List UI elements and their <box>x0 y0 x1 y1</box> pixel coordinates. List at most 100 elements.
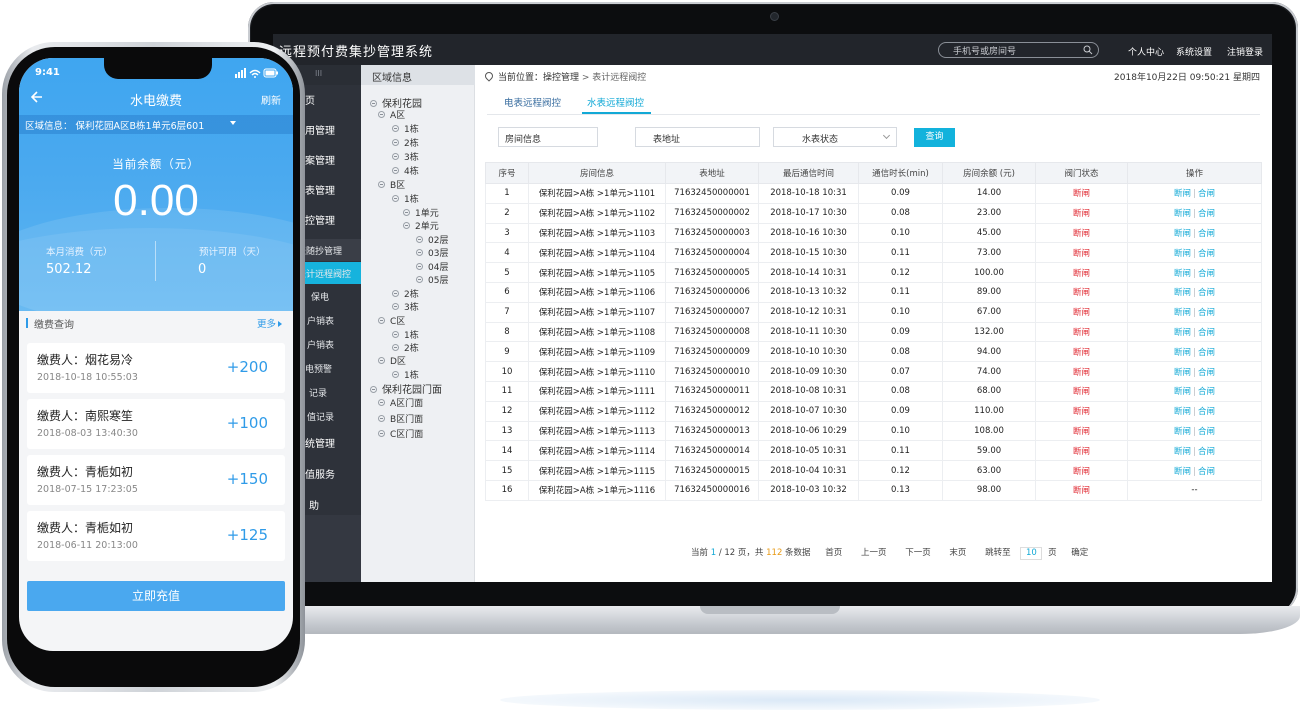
record-card[interactable]: 缴费人：南熙寒笙 2018-08-03 13:40:30 +100 <box>27 399 285 449</box>
valve-off-link[interactable]: 断闸 <box>1174 447 1191 457</box>
tree-node[interactable]: 1栋 <box>392 328 419 341</box>
tree-node[interactable]: D区 <box>378 354 406 367</box>
valve-off-link[interactable]: 断闸 <box>1174 229 1191 239</box>
tree-toggle-icon[interactable] <box>392 195 399 202</box>
tree-toggle-icon[interactable] <box>392 167 399 174</box>
valve-off-link[interactable]: 断闸 <box>1174 407 1191 417</box>
valve-off-link[interactable]: 断闸 <box>1174 427 1191 437</box>
jump-confirm-button[interactable]: 确定 <box>1067 545 1092 559</box>
valve-off-link[interactable]: 断闸 <box>1174 348 1191 358</box>
tree-toggle-icon[interactable] <box>392 303 399 310</box>
valve-on-link[interactable]: 合闸 <box>1198 447 1215 457</box>
valve-off-link[interactable]: 断闸 <box>1174 209 1191 219</box>
valve-on-link[interactable]: 合闸 <box>1198 467 1215 477</box>
record-card[interactable]: 缴费人：青栀如初 2018-06-11 20:13:00 +125 <box>27 511 285 561</box>
record-card[interactable]: 缴费人：烟花易冷 2018-10-18 10:55:03 +200 <box>27 343 285 393</box>
tree-node[interactable]: A区门面 <box>378 396 423 409</box>
tree-node[interactable]: B区 <box>378 178 405 191</box>
tree-node[interactable]: 1单元 <box>403 206 439 219</box>
tree-toggle-icon[interactable] <box>378 111 385 118</box>
tree-toggle-icon[interactable] <box>392 371 399 378</box>
tree-toggle-icon[interactable] <box>378 357 385 364</box>
valve-on-link[interactable]: 合闸 <box>1198 308 1215 318</box>
search-input[interactable]: 手机号或房间号 <box>938 42 1099 58</box>
tree-node[interactable]: C区 <box>378 314 405 327</box>
valve-off-link[interactable]: 断闸 <box>1174 467 1191 477</box>
tree-node[interactable]: 3栋 <box>392 300 419 313</box>
tree-node[interactable]: 3栋 <box>392 150 419 163</box>
tree-toggle-icon[interactable] <box>378 430 385 437</box>
room-info-input[interactable]: 房间信息 <box>498 127 598 147</box>
tree-node[interactable]: 保利花园门面 <box>370 381 442 396</box>
tree-node[interactable]: 2栋 <box>392 287 419 300</box>
tree-toggle-icon[interactable] <box>378 317 385 324</box>
valve-on-link[interactable]: 合闸 <box>1198 427 1215 437</box>
tree-node[interactable]: C区门面 <box>378 427 423 440</box>
tree-node[interactable]: 2栋 <box>392 136 419 149</box>
tab-water-valve[interactable]: 水表远程阀控 <box>587 95 644 109</box>
valve-on-link[interactable]: 合闸 <box>1198 189 1215 199</box>
tree-node[interactable]: B区门面 <box>378 412 423 425</box>
valve-on-link[interactable]: 合闸 <box>1198 368 1215 378</box>
query-button[interactable]: 查询 <box>914 128 955 147</box>
last-page-button[interactable]: 末页 <box>945 545 970 559</box>
tree-toggle-icon[interactable] <box>370 386 377 393</box>
tree-toggle-icon[interactable] <box>370 100 377 107</box>
region-selector[interactable]: 区域信息： 保利花园A区B栋1单元6层601 <box>19 115 293 134</box>
link-profile[interactable]: 个人中心 <box>1128 45 1164 58</box>
valve-off-link[interactable]: 断闸 <box>1174 308 1191 318</box>
valve-off-link[interactable]: 断闸 <box>1174 368 1191 378</box>
tree-toggle-icon[interactable] <box>378 181 385 188</box>
tree-node[interactable]: A区 <box>378 108 405 121</box>
tree-toggle-icon[interactable] <box>392 139 399 146</box>
tree-toggle-icon[interactable] <box>392 331 399 338</box>
tree-toggle-icon[interactable] <box>392 125 399 132</box>
meter-address-input[interactable]: 表地址 <box>635 127 760 147</box>
tree-node[interactable]: 2单元 <box>403 219 439 232</box>
valve-off-link[interactable]: 断闸 <box>1174 328 1191 338</box>
next-page-button[interactable]: 下一页 <box>901 545 935 559</box>
jump-page-input[interactable]: 10 <box>1020 547 1043 560</box>
valve-on-link[interactable]: 合闸 <box>1198 407 1215 417</box>
first-page-button[interactable]: 首页 <box>821 545 846 559</box>
valve-on-link[interactable]: 合闸 <box>1198 387 1215 397</box>
tree-toggle-icon[interactable] <box>403 209 410 216</box>
refresh-button[interactable]: 刷新 <box>261 92 281 107</box>
tree-node[interactable]: 05层 <box>416 273 448 286</box>
crumb-section[interactable]: 操控管理 <box>543 73 579 83</box>
tree-node[interactable]: 04层 <box>416 260 448 273</box>
valve-off-link[interactable]: 断闸 <box>1174 189 1191 199</box>
meter-status-select[interactable]: 水表状态 <box>773 127 897 147</box>
valve-on-link[interactable]: 合闸 <box>1198 328 1215 338</box>
valve-off-link[interactable]: 断闸 <box>1174 269 1191 279</box>
valve-off-link[interactable]: 断闸 <box>1174 387 1191 397</box>
tree-toggle-icon[interactable] <box>403 222 410 229</box>
valve-on-link[interactable]: 合闸 <box>1198 249 1215 259</box>
link-settings[interactable]: 系统设置 <box>1176 45 1212 58</box>
valve-on-link[interactable]: 合闸 <box>1198 348 1215 358</box>
tree-node[interactable]: 1栋 <box>392 192 419 205</box>
valve-on-link[interactable]: 合闸 <box>1198 288 1215 298</box>
tree-toggle-icon[interactable] <box>416 236 423 243</box>
link-logout[interactable]: 注销登录 <box>1227 45 1263 58</box>
valve-off-link[interactable]: 断闸 <box>1174 249 1191 259</box>
more-link[interactable]: 更多 <box>257 316 282 330</box>
tree-toggle-icon[interactable] <box>416 249 423 256</box>
valve-on-link[interactable]: 合闸 <box>1198 269 1215 279</box>
tree-node[interactable]: 02层 <box>416 233 448 246</box>
tree-toggle-icon[interactable] <box>378 399 385 406</box>
tree-node[interactable]: 2栋 <box>392 341 419 354</box>
tree-toggle-icon[interactable] <box>392 290 399 297</box>
tree-node[interactable]: 4栋 <box>392 164 419 177</box>
valve-on-link[interactable]: 合闸 <box>1198 209 1215 219</box>
tree-toggle-icon[interactable] <box>392 153 399 160</box>
valve-on-link[interactable]: 合闸 <box>1198 229 1215 239</box>
tree-node[interactable]: 1栋 <box>392 122 419 135</box>
record-card[interactable]: 缴费人：青栀如初 2018-07-15 17:23:05 +150 <box>27 455 285 505</box>
valve-off-link[interactable]: 断闸 <box>1174 288 1191 298</box>
search-icon[interactable] <box>1083 45 1093 55</box>
nav-collapse-icon[interactable]: III <box>315 69 322 78</box>
tree-toggle-icon[interactable] <box>416 276 423 283</box>
tree-toggle-icon[interactable] <box>392 344 399 351</box>
tree-toggle-icon[interactable] <box>416 263 423 270</box>
